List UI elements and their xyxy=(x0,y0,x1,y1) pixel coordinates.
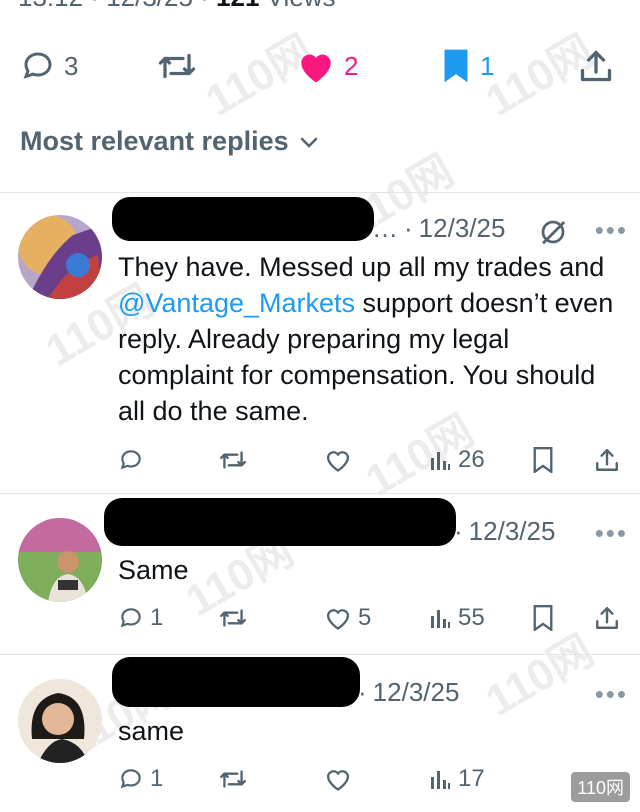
views-label: Views xyxy=(267,0,336,12)
avatar-image xyxy=(18,215,102,299)
reply-item[interactable]: … · 12/3/25 ••• They have. Messed up all… xyxy=(0,193,640,493)
tweet-action-bar: 3 2 1 xyxy=(0,40,640,92)
reply-meta: … · 12/3/25 xyxy=(372,213,505,244)
views-count: 55 xyxy=(458,604,485,631)
dot-separator: · xyxy=(454,516,463,546)
avatar[interactable] xyxy=(18,215,102,299)
bookmark-count: 1 xyxy=(480,50,495,81)
bookmark-outline-icon xyxy=(533,605,553,631)
tweet-time: 13:12 xyxy=(18,0,83,12)
reply-date: 12/3/25 xyxy=(372,677,460,707)
repost-button[interactable] xyxy=(218,440,248,480)
reply-count: 3 xyxy=(64,50,79,81)
reply-meta: · 12/3/25 xyxy=(358,677,459,708)
bookmark-button[interactable]: 1 xyxy=(440,40,494,92)
avatar[interactable] xyxy=(18,518,102,602)
tweet-date: 12/3/25 xyxy=(106,0,193,12)
like-count: 5 xyxy=(358,604,372,631)
reply-button[interactable]: 3 xyxy=(20,40,78,92)
more-options-icon[interactable]: ••• xyxy=(595,518,628,549)
reply-count: 1 xyxy=(150,765,164,792)
watermark-badge: 110网 xyxy=(571,772,630,802)
share-icon xyxy=(596,449,618,471)
reply-sort-selector[interactable]: Most relevant replies xyxy=(20,126,321,157)
repost-icon xyxy=(220,451,246,469)
reply-metrics: 1 17 xyxy=(0,759,640,799)
more-options-icon[interactable]: ••• xyxy=(595,215,628,246)
reply-date: 12/3/25 xyxy=(418,213,506,243)
share-button[interactable] xyxy=(578,40,614,92)
like-button[interactable] xyxy=(324,759,358,799)
mention-link[interactable]: @Vantage_Markets xyxy=(118,288,355,318)
share-icon xyxy=(580,50,612,82)
bookmark-button[interactable] xyxy=(532,440,554,480)
views-button[interactable]: 26 xyxy=(428,440,485,480)
repost-icon xyxy=(158,53,196,79)
redacted-name xyxy=(104,498,456,546)
share-icon xyxy=(596,607,618,629)
repost-icon xyxy=(220,770,246,788)
repost-icon xyxy=(220,609,246,627)
repost-button[interactable] xyxy=(218,759,248,799)
reply-icon xyxy=(23,52,52,79)
reply-metrics: 26 xyxy=(0,440,640,480)
more-options-icon[interactable]: ••• xyxy=(595,679,628,710)
chevron-down-icon xyxy=(300,137,317,148)
heart-outline-icon xyxy=(326,770,350,791)
repost-button[interactable] xyxy=(156,40,198,92)
heart-icon xyxy=(301,54,331,83)
reply-icon xyxy=(120,608,141,628)
share-button[interactable] xyxy=(594,598,620,638)
repost-button[interactable] xyxy=(218,598,248,638)
reply-text: Same xyxy=(118,555,189,585)
analytics-icon xyxy=(431,610,450,628)
name-visible: … xyxy=(372,213,398,243)
redacted-name xyxy=(112,657,360,707)
like-button[interactable] xyxy=(324,440,358,480)
views-button[interactable]: 55 xyxy=(428,598,485,638)
heart-outline-icon xyxy=(326,451,350,472)
reply-icon xyxy=(120,450,141,470)
analytics-icon xyxy=(431,771,450,789)
avatar-image xyxy=(18,518,102,602)
dot-separator: · xyxy=(404,213,413,243)
reply-date: 12/3/25 xyxy=(468,516,556,546)
reply-text: same xyxy=(118,716,185,746)
reply-item[interactable]: · 12/3/25 ••• Same 1 5 55 xyxy=(0,494,640,654)
bookmark-button[interactable] xyxy=(532,598,554,638)
heart-outline-icon xyxy=(326,609,350,630)
like-button[interactable]: 2 xyxy=(296,40,358,92)
dot-separator: · xyxy=(358,677,367,707)
reply-meta: · 12/3/25 xyxy=(454,516,555,547)
avatar[interactable] xyxy=(18,679,102,763)
views-count: 26 xyxy=(458,446,485,473)
sort-label: Most relevant replies xyxy=(20,126,289,156)
avatar-image xyxy=(18,679,102,763)
analytics-icon xyxy=(431,452,450,470)
like-count: 2 xyxy=(344,50,359,81)
bookmark-outline-icon xyxy=(533,447,553,473)
reply-count: 1 xyxy=(150,604,164,631)
reply-metrics: 1 5 55 xyxy=(0,598,640,638)
grok-icon[interactable] xyxy=(538,217,568,247)
views-count: 17 xyxy=(458,765,485,792)
reply-button[interactable] xyxy=(118,440,150,480)
reply-icon xyxy=(120,769,141,789)
like-button[interactable]: 5 xyxy=(324,598,371,638)
redacted-name xyxy=(112,197,374,241)
reply-text: They have. Messed up all my trades and @… xyxy=(118,249,618,429)
reply-item[interactable]: · 12/3/25 ••• same 1 17 xyxy=(0,655,640,812)
bookmark-icon xyxy=(444,49,468,83)
tweet-meta: 13:12 · 12/3/25 · 121 Views xyxy=(18,0,336,13)
views-button[interactable]: 17 xyxy=(428,759,485,799)
reply-button[interactable]: 1 xyxy=(118,598,163,638)
reply-button[interactable]: 1 xyxy=(118,759,163,799)
reply-text-part: They have. Messed up all my trades and xyxy=(118,252,605,282)
share-button[interactable] xyxy=(594,440,620,480)
views-count: 121 xyxy=(216,0,259,12)
